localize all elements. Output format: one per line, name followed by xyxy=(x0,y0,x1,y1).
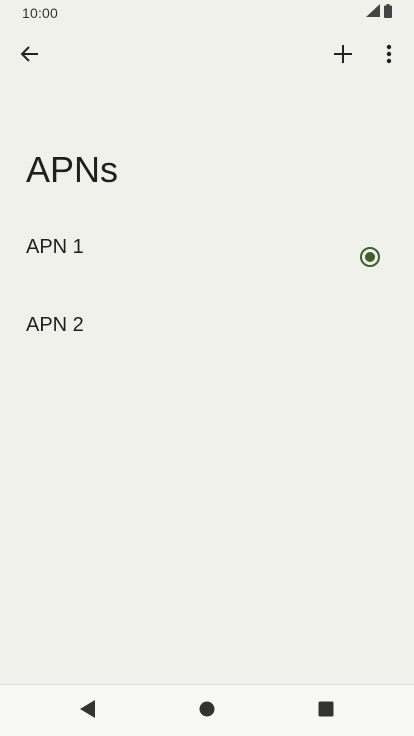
apn-name-label: APN 1 xyxy=(26,236,84,258)
apn-radio-button[interactable] xyxy=(359,246,381,268)
status-time: 10:00 xyxy=(22,5,59,21)
arrow-left-icon xyxy=(20,44,40,69)
square-recents-icon xyxy=(318,701,334,722)
apn-list-item[interactable]: APN 2 xyxy=(0,286,414,364)
apn-list-item[interactable]: APN 1 xyxy=(0,208,414,286)
apn-settings-screen: 10:00 APNs APN 1 APN 2 xyxy=(0,0,414,736)
page-title: APNs xyxy=(26,149,119,190)
toolbar xyxy=(0,34,414,78)
more-vert-icon xyxy=(386,44,392,69)
more-options-button[interactable] xyxy=(369,36,409,76)
circle-home-icon xyxy=(199,701,215,722)
apn-list: APN 1 APN 2 xyxy=(0,208,414,364)
back-button[interactable] xyxy=(10,36,50,76)
system-nav-bar xyxy=(0,684,414,736)
nav-home-button[interactable] xyxy=(189,695,225,727)
nav-recents-button[interactable] xyxy=(308,695,344,727)
add-apn-button[interactable] xyxy=(323,36,363,76)
triangle-back-icon xyxy=(80,699,96,723)
nav-back-button[interactable] xyxy=(70,695,106,727)
apn-name-label: APN 2 xyxy=(26,314,84,336)
plus-icon xyxy=(333,44,353,69)
status-icons xyxy=(366,3,392,23)
battery-icon xyxy=(384,3,392,23)
status-bar: 10:00 xyxy=(0,0,414,28)
signal-icon xyxy=(366,4,380,22)
